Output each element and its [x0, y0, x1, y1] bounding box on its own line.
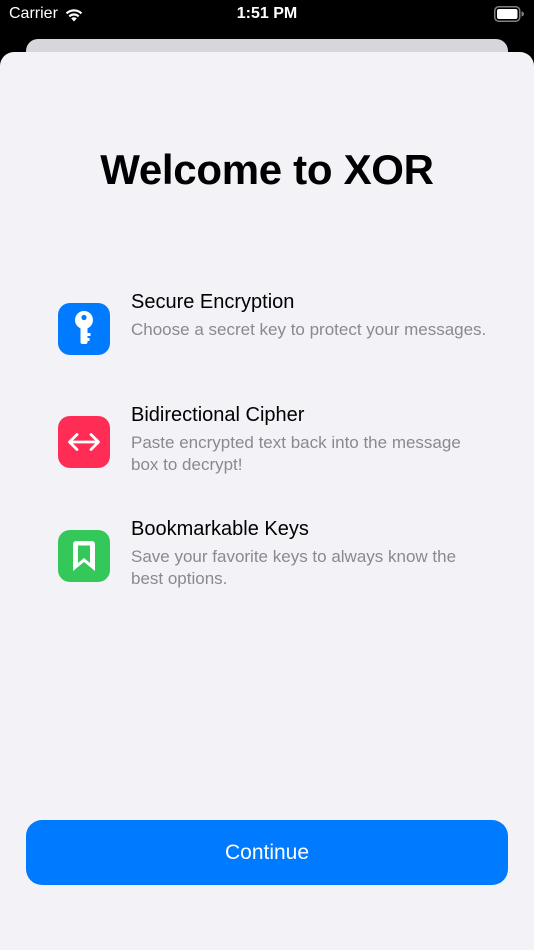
feature-title: Bookmarkable Keys [131, 518, 309, 540]
feature-icon-badge [58, 303, 110, 355]
feature-description: Paste encrypted text back into the messa… [131, 433, 461, 474]
battery-icon [494, 6, 524, 22]
screen: Carrier 1:51 PM Welcome to XOR Secure En… [0, 0, 534, 950]
feature-description: Save your favorite keys to always know t… [131, 547, 457, 588]
continue-button[interactable]: Continue [26, 820, 508, 885]
bookmark-icon [73, 541, 95, 571]
feature-secure-encryption: Secure Encryption Choose a secret key to… [58, 291, 498, 383]
feature-bookmarkable-keys: Bookmarkable Keys Save your favorite key… [58, 518, 498, 610]
welcome-title: Welcome to XOR [100, 146, 434, 193]
key-icon [75, 311, 93, 344]
feature-icon-badge [58, 416, 110, 468]
feature-description: Choose a secret key to protect your mess… [131, 320, 487, 339]
feature-bidirectional-cipher: Bidirectional Cipher Paste encrypted tex… [58, 404, 498, 496]
welcome-sheet: Welcome to XOR Secure Encryption Choose … [0, 52, 534, 950]
status-bar: Carrier 1:51 PM [0, 0, 534, 30]
feature-title: Secure Encryption [131, 291, 295, 313]
feature-icon-badge [58, 530, 110, 582]
feature-title: Bidirectional Cipher [131, 404, 305, 426]
left-right-arrow-icon [68, 433, 100, 451]
status-time: 1:51 PM [236, 5, 298, 22]
